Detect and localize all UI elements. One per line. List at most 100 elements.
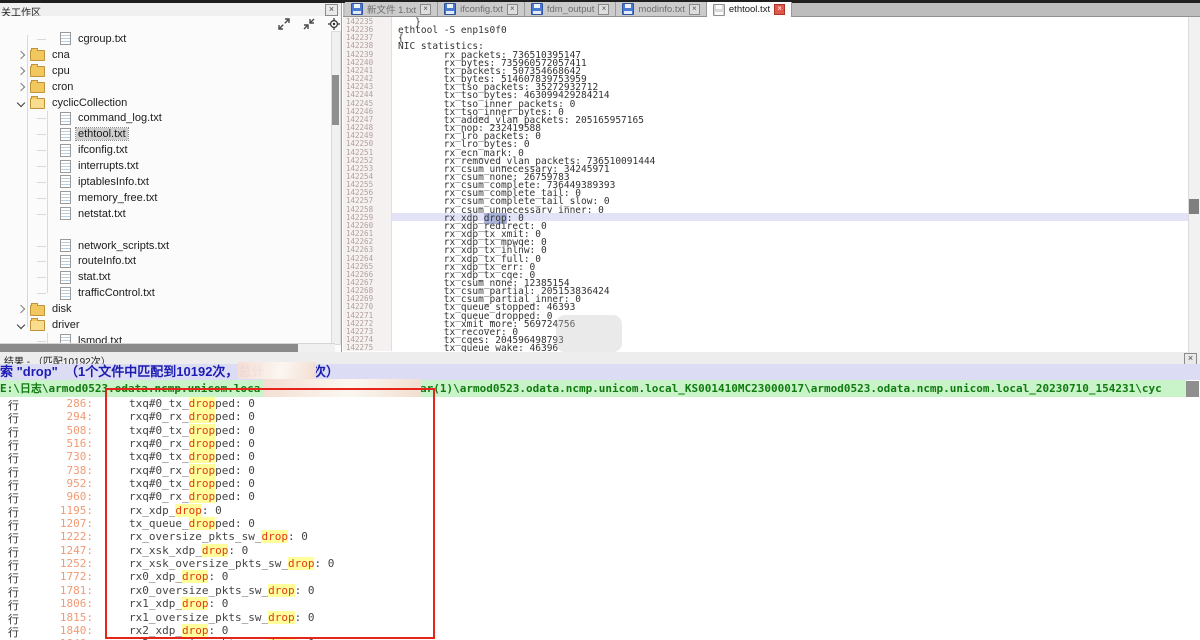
tab-close-icon[interactable]: × — [774, 4, 785, 15]
editor-text-area[interactable]: 142235 } 142236 ethtool -S enp1s0f0 1422… — [343, 17, 1200, 352]
editor-line[interactable]: 142269 tx_csum_partial_inner: 0 — [343, 294, 1200, 302]
editor-line[interactable]: 142237 { — [343, 33, 1200, 41]
editor-line[interactable]: 142242 tx_bytes: 514607839753959 — [343, 74, 1200, 82]
tree-item[interactable]: lsmod.txt — [0, 333, 332, 343]
tab-close-icon[interactable]: × — [689, 4, 700, 15]
editor-line[interactable]: 142264 rx_xdp_tx_full: 0 — [343, 254, 1200, 262]
editor-line[interactable]: 142250 rx_lro_bytes: 0 — [343, 139, 1200, 147]
editor-line[interactable]: 142258 rx_csum_unnecessary_inner: 0 — [343, 205, 1200, 213]
collapse-panel-icon[interactable] — [303, 18, 315, 30]
editor-line[interactable]: 142273 tx_recover: 0 — [343, 327, 1200, 335]
editor-tab[interactable]: fdm_output × — [525, 2, 617, 16]
editor-line[interactable]: 142261 rx_xdp_tx_xmit: 0 — [343, 229, 1200, 237]
search-result-row[interactable]: 行 1252: rx_xsk_oversize_pkts_sw_drop: 0 — [0, 557, 1200, 570]
editor-line[interactable]: 142275 tx_queue_wake: 46396 — [343, 343, 1200, 351]
editor-line[interactable]: 142268 tx_csum_partial: 205153836424 — [343, 286, 1200, 294]
editor-tab[interactable]: modinfo.txt × — [616, 2, 706, 16]
editor-vertical-scrollbar-thumb[interactable] — [1189, 199, 1199, 214]
tree-item[interactable]: interrupts.txt — [0, 158, 332, 174]
tree-expand-chevron-icon[interactable] — [17, 321, 25, 329]
editor-line[interactable]: 142253 rx_csum_unnecessary: 34245971 — [343, 164, 1200, 172]
tree-item[interactable]: netstat.txt — [0, 206, 332, 222]
search-result-row[interactable]: 行 1207: tx_queue_dropped: 0 — [0, 517, 1200, 530]
search-result-row[interactable]: 行 1806: rx1_xdp_drop: 0 — [0, 597, 1200, 610]
search-result-row[interactable]: 行 1222: rx_oversize_pkts_sw_drop: 0 — [0, 530, 1200, 543]
editor-line[interactable]: 142256 rx_csum_complete_tail: 0 — [343, 188, 1200, 196]
editor-line[interactable]: 142271 tx_queue_dropped: 0 — [343, 311, 1200, 319]
search-result-row[interactable]: 行 516: rxq#0_rx_dropped: 0 — [0, 437, 1200, 450]
search-result-row[interactable]: 行 960: rxq#0_rx_dropped: 0 — [0, 490, 1200, 503]
tree-expand-chevron-icon[interactable] — [17, 66, 25, 74]
tree-item[interactable]: cyclicCollection — [0, 95, 332, 111]
tree-item[interactable]: trafficControl.txt — [0, 285, 332, 301]
tree-item[interactable]: ifconfig.txt — [0, 142, 332, 158]
tree-item[interactable]: driver — [0, 317, 332, 333]
search-result-row[interactable]: 行 730: txq#0_tx_dropped: 0 — [0, 450, 1200, 463]
tree-item[interactable]: cpu — [0, 63, 332, 79]
search-result-row[interactable]: 行 1840: rx2_xdp_drop: 0 — [0, 624, 1200, 637]
editor-line[interactable]: 142272 tx_xmit_more: 569724756 — [343, 319, 1200, 327]
tree-item[interactable]: cron — [0, 79, 332, 95]
tree-horizontal-scrollbar-thumb[interactable] — [0, 344, 298, 352]
editor-tab[interactable]: 新文件 1.txt × — [345, 2, 438, 16]
editor-line[interactable]: 142251 rx_ecn_mark: 0 — [343, 148, 1200, 156]
tree-expand-chevron-icon[interactable] — [17, 98, 25, 106]
editor-line[interactable]: 142245 tx_tso_inner_packets: 0 — [343, 99, 1200, 107]
tree-item[interactable] — [0, 222, 332, 238]
editor-line[interactable]: 142247 tx_added_vlan_packets: 2051659571… — [343, 115, 1200, 123]
editor-line[interactable]: 142241 tx_packets: 507354668642 — [343, 66, 1200, 74]
tree-item[interactable]: network_scripts.txt — [0, 238, 332, 254]
tree-expand-chevron-icon[interactable] — [17, 51, 25, 59]
results-vertical-scrollbar-thumb[interactable] — [1186, 381, 1199, 397]
tree-item[interactable]: stat.txt — [0, 269, 332, 285]
search-result-row[interactable]: 行 1772: rx0_xdp_drop: 0 — [0, 570, 1200, 583]
editor-line[interactable]: 142270 tx_queue_stopped: 46393 — [343, 302, 1200, 310]
editor-line[interactable]: 142236 ethtool -S enp1s0f0 — [343, 25, 1200, 33]
locate-target-icon[interactable] — [328, 18, 340, 30]
editor-line[interactable]: 142254 rx_csum_none: 26759783 — [343, 172, 1200, 180]
tab-close-icon[interactable]: × — [598, 4, 609, 15]
search-result-row[interactable]: 行 1781: rx0_oversize_pkts_sw_drop: 0 — [0, 584, 1200, 597]
tree-vertical-scrollbar-thumb[interactable] — [332, 75, 339, 125]
result-file-path-line[interactable]: E:\日志\armod0523.odata.ncmp.unicom.loca a… — [0, 380, 1186, 397]
tree-item[interactable]: cgroup.txt — [0, 31, 332, 47]
editor-line[interactable]: 142255 rx_csum_complete: 736449389393 — [343, 180, 1200, 188]
editor-line[interactable]: 142238 NIC statistics: — [343, 41, 1200, 49]
editor-line[interactable]: 142266 rx_xdp_tx_cqe: 0 — [343, 270, 1200, 278]
editor-line[interactable]: 142239 rx_packets: 736510395147 — [343, 50, 1200, 58]
search-result-row[interactable]: 行 1815: rx1_oversize_pkts_sw_drop: 0 — [0, 611, 1200, 624]
editor-line[interactable]: 142260 rx_xdp_redirect: 0 — [343, 221, 1200, 229]
editor-line[interactable]: 142249 rx_lro_packets: 0 — [343, 131, 1200, 139]
editor-line[interactable]: 142246 tx_tso_inner_bytes: 0 — [343, 107, 1200, 115]
editor-line[interactable]: 142265 rx_xdp_tx_err: 0 — [343, 262, 1200, 270]
tree-item[interactable]: cna — [0, 47, 332, 63]
search-result-row[interactable]: 行 286: txq#0_tx_dropped: 0 — [0, 397, 1200, 410]
search-result-row[interactable]: 行 1247: rx_xsk_xdp_drop: 0 — [0, 544, 1200, 557]
search-result-row[interactable]: 行 1195: rx_xdp_drop: 0 — [0, 504, 1200, 517]
expand-panel-icon[interactable] — [278, 18, 290, 30]
search-result-row[interactable]: 行 738: rxq#0_rx_dropped: 0 — [0, 464, 1200, 477]
tree-item[interactable]: memory_free.txt — [0, 190, 332, 206]
editor-tab[interactable]: ifconfig.txt × — [438, 2, 525, 16]
tree-item[interactable]: ethtool.txt — [0, 126, 332, 142]
editor-vertical-scrollbar[interactable] — [1188, 17, 1200, 352]
editor-line[interactable]: 142243 tx_tso_packets: 35272932712 — [343, 82, 1200, 90]
tree-expand-chevron-icon[interactable] — [17, 82, 25, 90]
tree-item[interactable]: disk — [0, 301, 332, 317]
workspace-close-button[interactable]: × — [325, 4, 338, 16]
search-result-row[interactable]: 行 952: txq#0_tx_dropped: 0 — [0, 477, 1200, 490]
editor-line[interactable]: 142259 rx_xdp_drop: 0 — [343, 213, 1200, 221]
editor-line[interactable]: 142262 rx_xdp_tx_mpwqe: 0 — [343, 237, 1200, 245]
editor-line[interactable]: 142263 rx_xdp_tx_inlnw: 0 — [343, 245, 1200, 253]
editor-line[interactable]: 142267 tx_csum_none: 12385154 — [343, 278, 1200, 286]
tree-expand-chevron-icon[interactable] — [17, 305, 25, 313]
editor-line[interactable]: 142244 tx_tso_bytes: 463099429284214 — [343, 90, 1200, 98]
tab-close-icon[interactable]: × — [420, 4, 431, 15]
editor-line[interactable]: 142240 rx_bytes: 735960572057411 — [343, 58, 1200, 66]
search-result-row[interactable]: 行 294: rxq#0_rx_dropped: 0 — [0, 410, 1200, 423]
tree-item[interactable]: command_log.txt — [0, 110, 332, 126]
tree-item[interactable]: routeInfo.txt — [0, 253, 332, 269]
tree-item[interactable]: iptablesInfo.txt — [0, 174, 332, 190]
search-result-row[interactable]: 行 508: txq#0_tx_dropped: 0 — [0, 424, 1200, 437]
tab-close-icon[interactable]: × — [507, 4, 518, 15]
